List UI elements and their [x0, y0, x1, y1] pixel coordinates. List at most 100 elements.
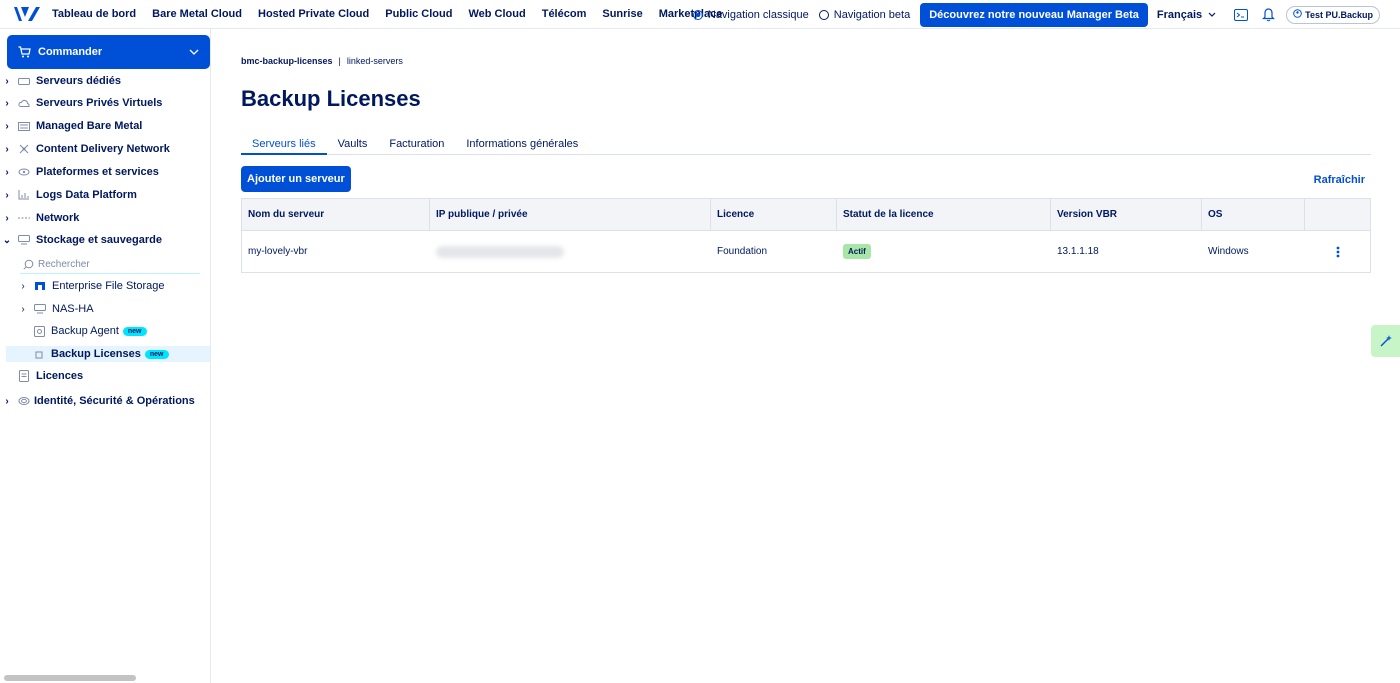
sidebar-item-managed-bare-metal[interactable]: › Managed Bare Metal: [0, 117, 142, 135]
sidebar: Commander › Serveurs dédiés › Serveurs P…: [0, 29, 211, 683]
main-content: bmc-backup-licenses | linked-servers Bac…: [211, 29, 1400, 683]
licence-document-icon: [17, 370, 31, 382]
sidebar-item-efs[interactable]: › Enterprise File Storage: [16, 277, 165, 295]
sidebar-item-label: Plateformes et services: [36, 166, 159, 178]
navigation-beta-label: Navigation beta: [833, 8, 911, 21]
radio-selected-icon: [692, 9, 703, 20]
sidebar-item-licences[interactable]: Licences: [14, 367, 83, 385]
language-label: Français: [1156, 8, 1203, 21]
nav-hosted-private-cloud[interactable]: Hosted Private Cloud: [258, 8, 369, 20]
chevron-down-icon: ⌄: [2, 234, 12, 246]
column-header-licence[interactable]: Licence: [711, 199, 837, 230]
sidebar-item-platforms[interactable]: › Plateformes et services: [0, 163, 159, 181]
nav-web-cloud[interactable]: Web Cloud: [468, 8, 525, 20]
column-header-actions: [1305, 199, 1370, 230]
sidebar-search-input[interactable]: Rechercher: [20, 256, 200, 274]
sidebar-item-nas-ha[interactable]: › NAS-HA: [16, 300, 94, 318]
sidebar-horizontal-scrollbar[interactable]: [4, 675, 136, 681]
cell-licence: Foundation: [717, 246, 768, 257]
navigation-beta-radio[interactable]: Navigation beta: [818, 8, 911, 21]
cart-icon: [18, 46, 31, 58]
backup-agent-icon: [32, 325, 46, 337]
nav-bare-metal-cloud[interactable]: Bare Metal Cloud: [152, 8, 242, 20]
nas-icon: [33, 303, 47, 315]
sidebar-item-label: Identité, Sécurité & Opérations: [34, 395, 195, 407]
column-header-server-name[interactable]: Nom du serveur: [242, 199, 430, 230]
column-header-vbr-version[interactable]: Version VBR: [1051, 199, 1202, 230]
breadcrumb-current: linked-servers: [346, 56, 403, 66]
tab-vaults[interactable]: Vaults: [327, 137, 379, 155]
rack-icon: [17, 120, 31, 132]
chevron-right-icon: ›: [5, 166, 9, 178]
sidebar-item-label: NAS-HA: [52, 303, 94, 315]
cell-vbr-version: 13.1.1.18: [1057, 246, 1099, 257]
account-name: Test PU.Backup: [1305, 9, 1373, 20]
search-icon: [23, 259, 34, 270]
column-header-os[interactable]: OS: [1202, 199, 1305, 230]
sidebar-item-label: Managed Bare Metal: [36, 120, 143, 132]
breadcrumb-root[interactable]: bmc-backup-licenses: [241, 56, 333, 66]
sidebar-item-label: Content Delivery Network: [36, 143, 170, 155]
discover-beta-button[interactable]: Découvrez notre nouveau Manager Beta: [920, 2, 1148, 27]
nav-tableau-de-bord[interactable]: Tableau de bord: [52, 8, 136, 20]
sidebar-item-identity[interactable]: › Identité, Sécurité & Opérations: [0, 392, 195, 410]
chevron-right-icon: ›: [5, 120, 9, 132]
tab-billing[interactable]: Facturation: [378, 137, 455, 155]
sidebar-item-label: Backup Agent: [51, 325, 119, 337]
sidebar-item-label: Network: [36, 212, 80, 224]
sidebar-item-dedicated-servers[interactable]: › Serveurs dédiés: [0, 72, 121, 90]
radio-unselected-icon: [818, 9, 829, 20]
notifications-bell-icon[interactable]: [1259, 6, 1277, 24]
tab-linked-servers[interactable]: Serveurs liés: [241, 137, 327, 155]
sidebar-item-label: Licences: [36, 370, 84, 382]
new-badge: new: [122, 326, 147, 336]
chevron-right-icon: ›: [5, 97, 9, 109]
chevron-right-icon: ›: [5, 75, 9, 87]
nav-public-cloud[interactable]: Public Cloud: [385, 8, 452, 20]
chevron-right-icon: ›: [21, 280, 25, 292]
chevron-down-icon: [1208, 10, 1216, 20]
order-button[interactable]: Commander: [7, 35, 210, 69]
cell-actions: [1305, 231, 1370, 272]
cell-ip: [430, 231, 711, 272]
nav-telecom[interactable]: Télécom: [542, 8, 587, 20]
language-selector[interactable]: Français: [1157, 9, 1216, 21]
sidebar-item-backup-licenses[interactable]: Backup Licenses new: [30, 345, 169, 363]
sidebar-item-cdn[interactable]: › Content Delivery Network: [0, 140, 170, 158]
order-button-label: Commander: [38, 46, 103, 58]
main-nav: Tableau de bord Bare Metal Cloud Hosted …: [52, 8, 738, 20]
tab-general-information[interactable]: Informations générales: [455, 137, 589, 155]
sidebar-item-storage[interactable]: ⌄ Stockage et sauvegarde: [0, 231, 162, 249]
license-icon: [32, 348, 46, 360]
sidebar-item-backup-agent[interactable]: Backup Agent new: [30, 322, 147, 340]
column-header-licence-status[interactable]: Statut de la licence: [837, 199, 1051, 230]
sidebar-item-logs[interactable]: › Logs Data Platform: [0, 186, 137, 204]
terminal-icon[interactable]: [1232, 6, 1250, 24]
platform-icon: [17, 166, 31, 178]
chevron-right-icon: ›: [5, 189, 9, 201]
navigation-classic-label: Navigation classique: [707, 8, 809, 21]
account-menu[interactable]: Test PU.Backup: [1286, 5, 1380, 24]
tabs: Serveurs liés Vaults Facturation Informa…: [241, 137, 1371, 155]
storage-icon: [17, 234, 31, 246]
chevron-right-icon: ›: [5, 395, 9, 407]
cell-licence-status: Actif: [837, 231, 1051, 272]
add-server-button[interactable]: Ajouter un serveur: [241, 166, 351, 192]
refresh-link[interactable]: Rafraîchir: [1314, 174, 1365, 186]
chevron-right-icon: ›: [21, 303, 25, 315]
bar-chart-icon: [17, 189, 31, 201]
status-badge: Actif: [843, 244, 871, 259]
chatbot-sparkle-icon[interactable]: [1371, 325, 1400, 357]
sidebar-item-label: Enterprise File Storage: [52, 280, 165, 292]
nav-sunrise[interactable]: Sunrise: [602, 8, 642, 20]
navigation-classic-radio[interactable]: Navigation classique: [692, 8, 809, 21]
column-header-ip[interactable]: IP publique / privée: [430, 199, 711, 230]
sidebar-item-network[interactable]: › Network: [0, 209, 79, 227]
breadcrumb-separator: |: [338, 56, 341, 66]
chevron-right-icon: ›: [5, 212, 9, 224]
ovh-logo-icon[interactable]: [8, 4, 46, 24]
cell-server-name: my-lovely-vbr: [248, 246, 308, 257]
table-row: my-lovely-vbr Foundation Actif 13.1.1.18…: [242, 231, 1370, 272]
more-actions-icon[interactable]: [1336, 246, 1340, 258]
sidebar-item-vps[interactable]: › Serveurs Privés Virtuels: [0, 94, 162, 112]
